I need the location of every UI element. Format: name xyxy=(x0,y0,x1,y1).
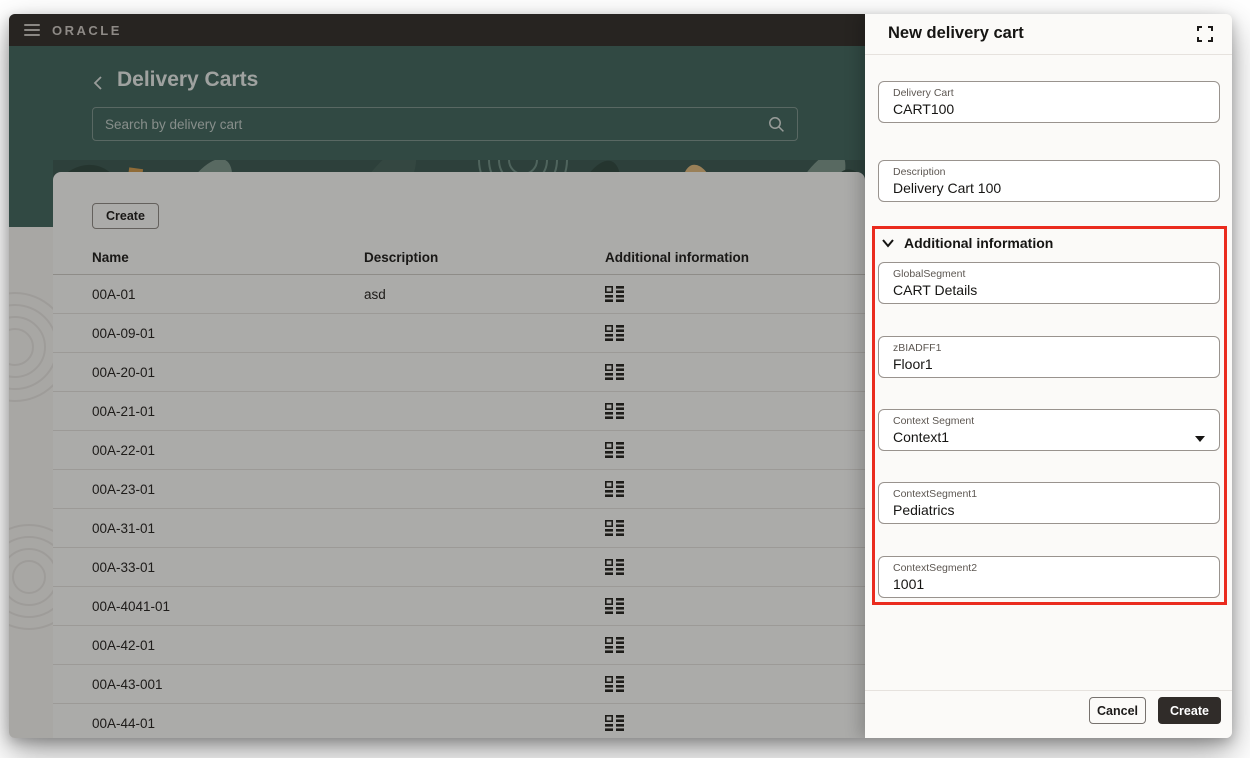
cancel-button[interactable]: Cancel xyxy=(1089,697,1146,724)
field-value: Pediatrics xyxy=(893,502,955,518)
main-region: ORACLE Delivery Carts Search by delivery… xyxy=(9,14,865,738)
field-globalsegment[interactable]: GlobalSegment CART Details xyxy=(878,262,1220,304)
field-contextsegment1[interactable]: ContextSegment1 Pediatrics xyxy=(878,482,1220,524)
field-label: Description xyxy=(893,166,946,178)
field-label: zBIADFF1 xyxy=(893,342,942,354)
field-value: CART100 xyxy=(893,101,955,117)
create-submit-button[interactable]: Create xyxy=(1158,697,1221,724)
chevron-down-icon xyxy=(882,239,894,248)
panel-footer: Cancel Create xyxy=(865,690,1232,738)
new-delivery-cart-panel: New delivery cart Delivery Cart CART100 … xyxy=(865,14,1232,738)
field-label: Context Segment xyxy=(893,415,975,427)
caret-down-icon xyxy=(1195,429,1205,447)
field-value: CART Details xyxy=(893,282,978,298)
section-title: Additional information xyxy=(904,235,1054,251)
field-label: GlobalSegment xyxy=(893,268,966,280)
fullscreen-corners-icon xyxy=(1197,26,1213,42)
field-label: ContextSegment2 xyxy=(893,562,978,574)
field-zbiadff1[interactable]: zBIADFF1 Floor1 xyxy=(878,336,1220,378)
field-delivery-cart[interactable]: Delivery Cart CART100 xyxy=(878,81,1220,123)
field-value: 1001 xyxy=(893,576,925,592)
additional-information-section-toggle[interactable]: Additional information xyxy=(881,235,1053,251)
field-contextsegment2[interactable]: ContextSegment2 1001 xyxy=(878,556,1220,598)
expand-panel-button[interactable] xyxy=(1194,23,1216,45)
field-label: ContextSegment1 xyxy=(893,488,978,500)
field-description[interactable]: Description Delivery Cart 100 xyxy=(878,160,1220,202)
field-context-segment-select[interactable]: Context Segment Context1 xyxy=(878,409,1220,451)
field-value: Delivery Cart 100 xyxy=(893,180,1002,196)
app-window: ORACLE Delivery Carts Search by delivery… xyxy=(9,14,1232,738)
modal-dim-overlay xyxy=(9,14,865,738)
field-value: Floor1 xyxy=(893,356,933,372)
field-value: Context1 xyxy=(893,429,950,445)
field-label: Delivery Cart xyxy=(893,87,954,99)
panel-title: New delivery cart xyxy=(888,24,1024,42)
